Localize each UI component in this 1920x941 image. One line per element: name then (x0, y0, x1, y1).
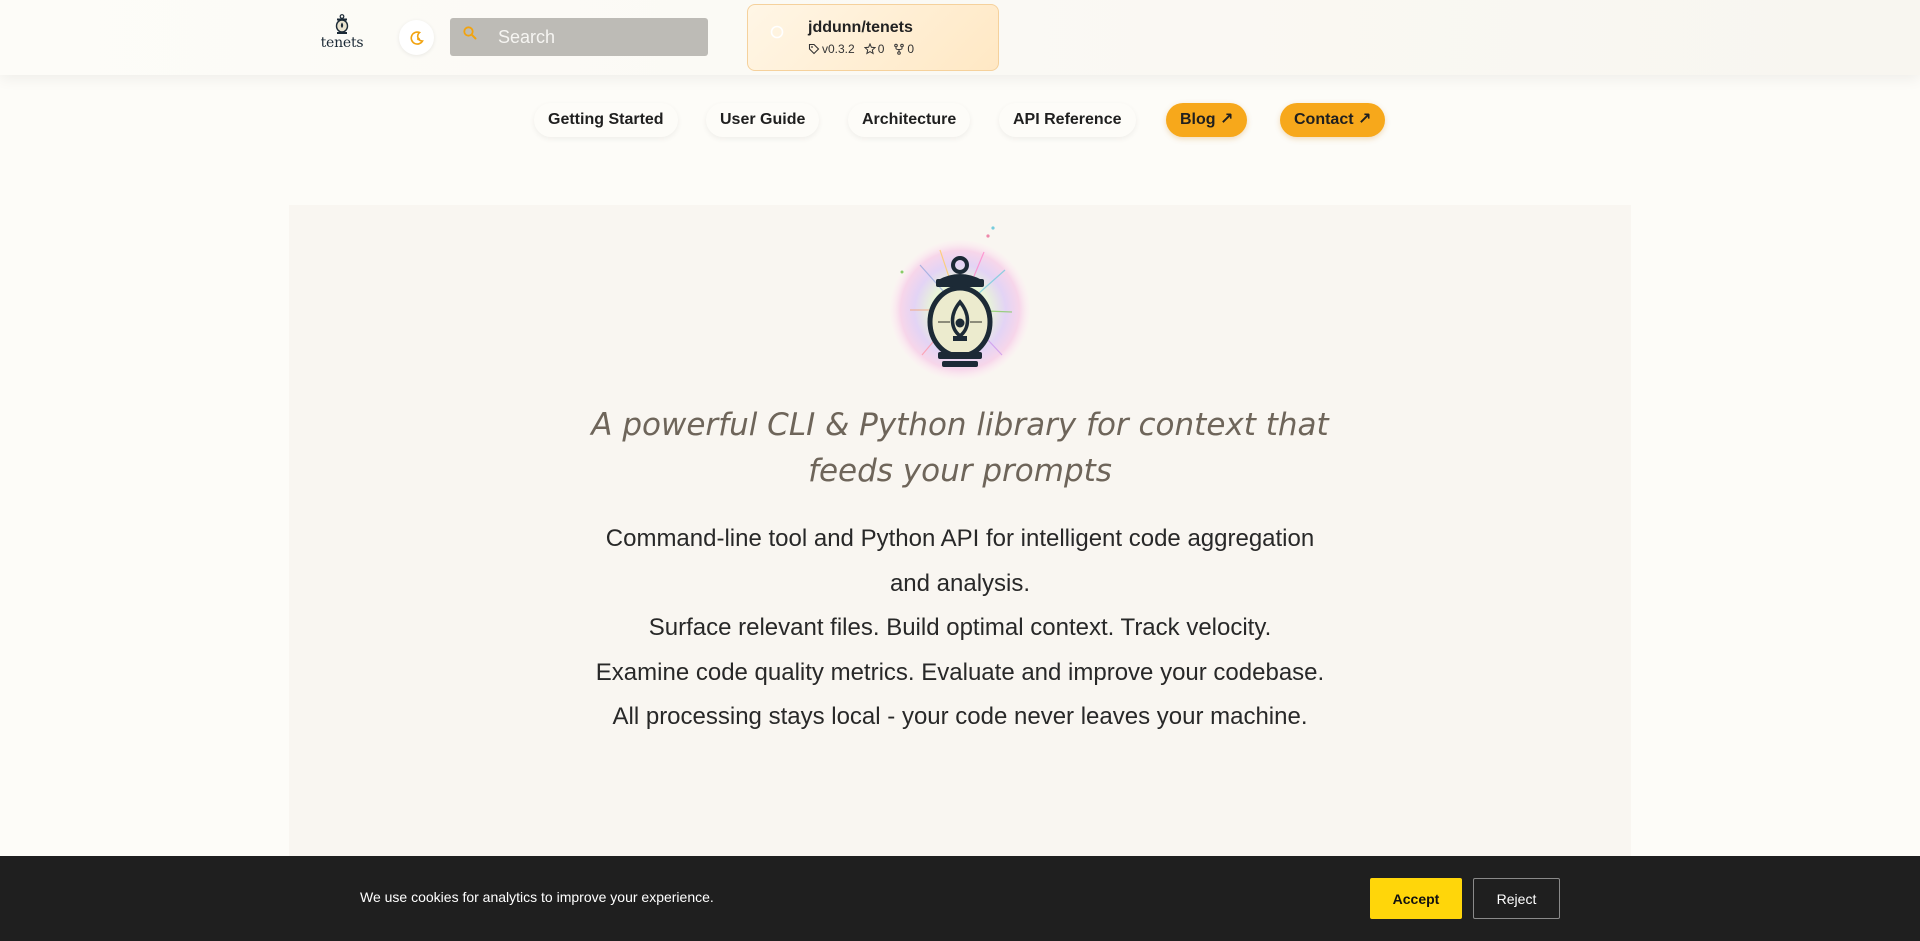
moon-sun-icon (409, 30, 424, 45)
repo-link[interactable]: jddunn/tenets v0.3.2 0 0 (747, 4, 999, 71)
site-logo[interactable]: tenets (316, 14, 368, 60)
star-icon (863, 43, 876, 55)
repo-forks: 0 (907, 42, 915, 56)
hero-tagline: A powerful CLI & Python library for cont… (591, 407, 1329, 489)
top-header: tenets jddunn/tenets v0.3.2 (0, 0, 1920, 75)
nav-api-reference[interactable]: API Reference (999, 103, 1136, 137)
repo-name: jddunn/tenets (808, 19, 913, 36)
accept-cookies-button[interactable]: Accept (1370, 878, 1462, 919)
fork-icon (894, 43, 905, 55)
hero-line: Surface relevant files. Build optimal co… (648, 614, 1272, 641)
nav-contact[interactable]: Contact ↗ (1280, 103, 1386, 137)
cookie-message: We use cookies for analytics to improve … (360, 889, 714, 905)
lantern-logo-icon (335, 14, 349, 34)
lantern-hero-icon (890, 226, 1030, 380)
logo-text: tenets (320, 35, 364, 51)
nav-getting-started[interactable]: Getting Started (534, 103, 678, 137)
search-input[interactable] (450, 18, 708, 56)
search-box[interactable] (450, 18, 708, 56)
tag-icon (808, 43, 820, 55)
repo-stars: 0 (877, 42, 885, 56)
theme-toggle-button[interactable] (399, 20, 434, 55)
hero-line: All processing stays local - your code n… (612, 703, 1308, 730)
hero-description: Command-line tool and Python API for int… (590, 517, 1330, 740)
repo-meta: v0.3.2 0 0 (808, 42, 923, 56)
repo-version: v0.3.2 (822, 42, 855, 56)
hero-line: Examine code quality metrics. Evaluate a… (595, 658, 1325, 686)
cookie-banner: We use cookies for analytics to improve … (0, 856, 1920, 941)
main-nav: Getting Started User Guide Architecture … (0, 103, 1920, 139)
nav-user-guide[interactable]: User Guide (706, 103, 820, 137)
nav-architecture[interactable]: Architecture (848, 103, 971, 137)
reject-cookies-button[interactable]: Reject (1473, 878, 1560, 919)
github-icon (770, 25, 784, 39)
nav-blog[interactable]: Blog ↗ (1166, 103, 1248, 137)
hero-line: Command-line tool and Python API for int… (605, 525, 1315, 597)
search-icon (463, 26, 477, 40)
